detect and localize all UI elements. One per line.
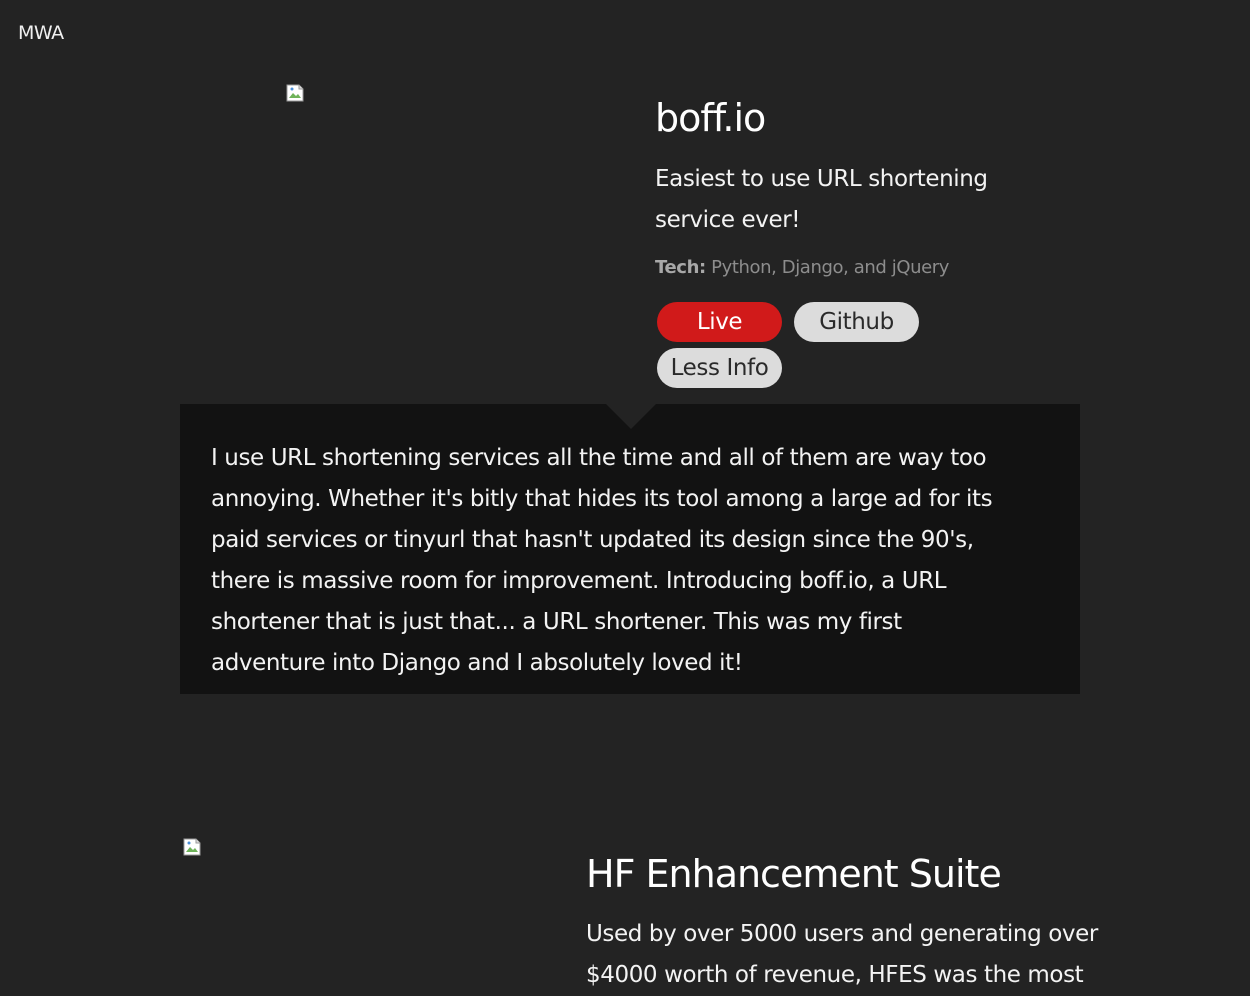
project-title: HF Enhancement Suite xyxy=(586,852,1002,896)
project-tagline: Easiest to use URL shortening service ev… xyxy=(655,166,988,233)
project-tech: Tech: Python, Django, and jQuery xyxy=(655,257,949,278)
live-button[interactable]: Live xyxy=(657,302,782,342)
project-tagline: Used by over 5000 users and generating o… xyxy=(586,921,1098,988)
github-button[interactable]: Github xyxy=(794,302,919,342)
tech-value: Python, Django, and jQuery xyxy=(711,257,950,278)
project-image-broken-icon xyxy=(286,84,306,102)
tech-label: Tech: xyxy=(655,257,706,278)
project-image-broken-icon xyxy=(183,838,203,856)
less-info-button[interactable]: Less Info xyxy=(657,348,782,388)
panel-pointer-arrow xyxy=(606,404,656,429)
site-logo[interactable]: MWA xyxy=(18,22,64,44)
project-description: I use URL shortening services all the ti… xyxy=(211,445,993,676)
project-description-panel: I use URL shortening services all the ti… xyxy=(180,404,1080,694)
project-title: boff.io xyxy=(655,96,766,140)
